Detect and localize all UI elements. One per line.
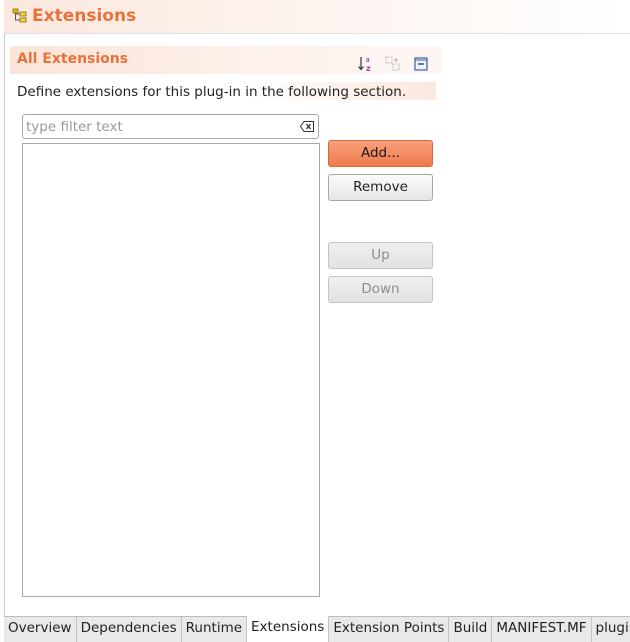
tab-manifest-mf[interactable]: MANIFEST.MF [492,617,592,642]
tab-dependencies[interactable]: Dependencies [76,617,182,642]
filter-box [22,114,319,139]
tab-runtime[interactable]: Runtime [181,617,248,642]
tab-build[interactable]: Build [449,617,493,642]
page-title: Extensions [32,6,137,26]
tab-overview[interactable]: Overview [4,617,77,642]
tab-extensions[interactable]: Extensions [247,616,330,642]
editor-tab-bar: Overview Dependencies Runtime Extensions… [4,616,630,642]
extensions-icon [12,8,27,23]
remove-button[interactable]: Remove [328,174,433,201]
add-button[interactable]: Add... [328,140,433,167]
tab-plugin[interactable]: plugin [591,617,630,642]
svg-text:a: a [366,56,370,64]
up-button[interactable]: Up [328,242,433,269]
clear-filter-icon[interactable] [300,121,314,132]
tab-extension-points[interactable]: Extension Points [329,617,450,642]
sort-alphabetical-icon[interactable]: a z [357,55,375,73]
svg-text:z: z [366,64,371,73]
expand-all-icon[interactable] [384,55,402,73]
collapse-all-icon[interactable] [412,55,430,73]
filter-input[interactable] [26,117,294,136]
down-button[interactable]: Down [328,276,433,303]
extensions-tree[interactable] [22,143,320,597]
all-extensions-section: All Extensions a z Define extensions for… [10,46,442,102]
page-header: Extensions [4,0,630,34]
section-description: Define extensions for this plug-in in th… [17,84,407,100]
section-title: All Extensions [17,51,129,67]
